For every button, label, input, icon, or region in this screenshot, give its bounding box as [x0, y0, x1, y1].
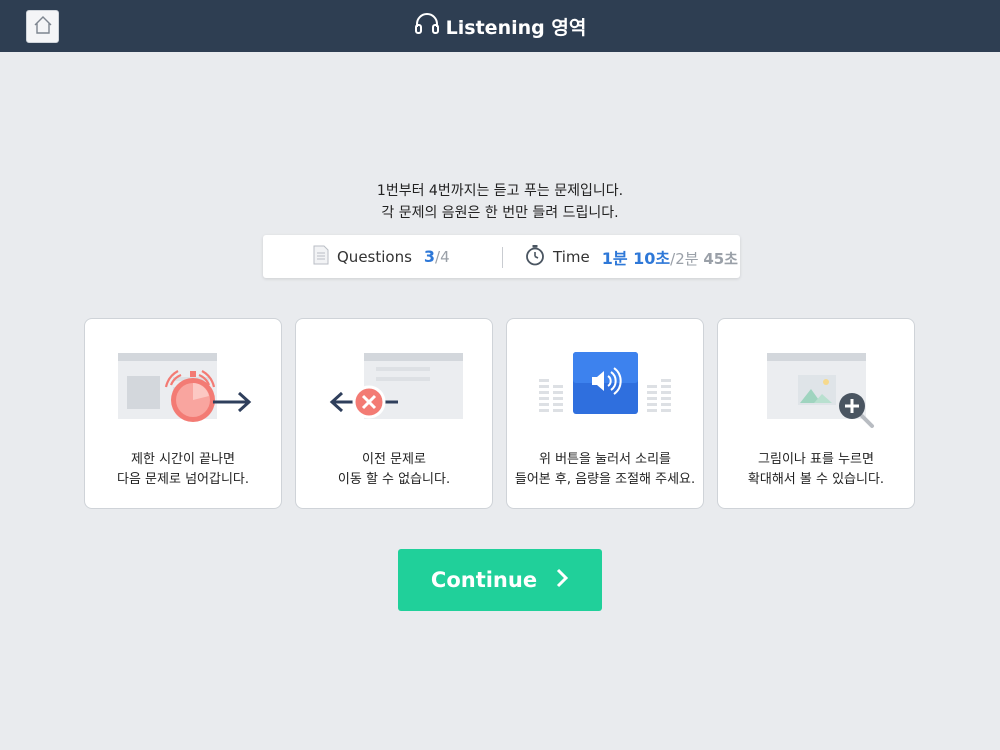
card-3-line-1: 위 버튼을 눌러서 소리를: [539, 452, 671, 467]
chevron-right-icon: [555, 568, 569, 592]
continue-button[interactable]: Continue: [398, 549, 602, 611]
progress-panel: Questions 3/4 Time 1분 10초/2분 45초: [263, 235, 740, 278]
questions-current: 3: [423, 247, 436, 266]
top-bar: Listening 영역: [0, 0, 1000, 52]
card-text-volume: 위 버튼을 눌러서 소리를 들어본 후, 음량을 조절해 주세요.: [507, 450, 703, 490]
card-3-line-2: 들어본 후, 음량을 조절해 주세요.: [514, 472, 696, 487]
info-card-no-back: 이전 문제로 이동 할 수 없습니다.: [295, 318, 493, 509]
instruction-line-2: 각 문제의 음원은 한 번만 들려 드립니다.: [381, 205, 619, 221]
home-icon: [33, 15, 53, 39]
card-2-line-1: 이전 문제로: [362, 452, 426, 467]
card-1-line-2: 다음 문제로 넘어갑니다.: [117, 472, 249, 487]
time-limit-prefix: /2분: [670, 249, 704, 268]
questions-total: /4: [435, 248, 450, 266]
card-text-zoom: 그림이나 표를 누르면 확대해서 볼 수 있습니다.: [718, 450, 914, 490]
card-text-no-back: 이전 문제로 이동 할 수 없습니다.: [296, 450, 492, 490]
time-limit-seconds: 45초: [703, 249, 738, 268]
card-1-line-1: 제한 시간이 끝나면: [131, 452, 235, 467]
continue-label: Continue: [430, 568, 538, 592]
card-text-time-limit: 제한 시간이 끝나면 다음 문제로 넘어갑니다.: [85, 450, 281, 490]
card-2-line-2: 이동 할 수 없습니다.: [337, 472, 451, 487]
questions-stat: Questions 3/4: [313, 235, 450, 278]
info-card-volume: 위 버튼을 눌러서 소리를 들어본 후, 음량을 조절해 주세요.: [506, 318, 704, 509]
page-title: Listening 영역: [445, 16, 587, 39]
time-label: Time: [553, 247, 590, 266]
timer-next-icon: [118, 353, 252, 422]
stopwatch-icon: [525, 244, 545, 270]
document-icon: [313, 245, 329, 269]
time-stat: Time 1분 10초/2분 45초: [525, 235, 738, 278]
zoom-image-icon: [767, 353, 874, 428]
time-elapsed: 1분 10초: [601, 248, 671, 268]
speaker-icon: [539, 352, 671, 414]
home-button[interactable]: [26, 10, 59, 43]
card-4-line-1: 그림이나 표를 누르면: [758, 452, 874, 467]
info-card-time-limit: 제한 시간이 끝나면 다음 문제로 넘어갑니다.: [84, 318, 282, 509]
card-4-line-2: 확대해서 볼 수 있습니다.: [747, 472, 885, 487]
no-back-icon: [329, 353, 463, 419]
instruction-line-1: 1번부터 4번까지는 듣고 푸는 문제입니다.: [376, 183, 624, 199]
headphones-icon: [414, 13, 440, 39]
instructions: 1번부터 4번까지는 듣고 푸는 문제입니다. 각 문제의 음원은 한 번만 들…: [0, 180, 1000, 224]
stats-divider: [502, 247, 503, 268]
questions-label: Questions: [337, 247, 412, 266]
header-title-group: Listening 영역: [0, 0, 1000, 52]
info-card-zoom: 그림이나 표를 누르면 확대해서 볼 수 있습니다.: [717, 318, 915, 509]
